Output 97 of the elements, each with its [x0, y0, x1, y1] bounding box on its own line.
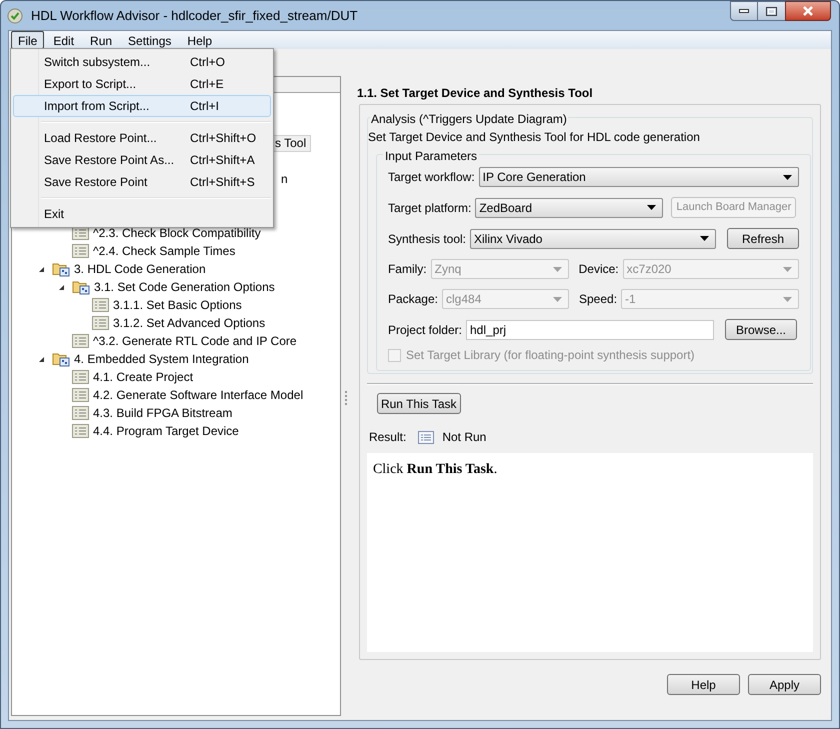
- tree-item[interactable]: 4.2. Generate Software Interface Model: [93, 386, 304, 404]
- dropdown-arrow-icon: [647, 205, 656, 210]
- menu-label: Exit: [44, 206, 66, 223]
- dropdown: -1: [621, 289, 799, 309]
- result-label: Result:: [368, 429, 406, 446]
- task-title: 1.1. Set Target Device and Synthesis Tool: [356, 85, 594, 102]
- shortcut-label: Ctrl+E: [190, 76, 224, 93]
- menu-label: Import from Script...: [44, 98, 150, 115]
- menu-entry[interactable]: Load Restore Point... Ctrl+Shift+O: [13, 127, 271, 149]
- menu-entry[interactable]: Save Restore Point As... Ctrl+Shift+A: [13, 149, 271, 171]
- minimize-icon: [739, 9, 749, 13]
- task-icon: [72, 334, 89, 348]
- result-message: Click Run This Task.: [372, 461, 498, 479]
- menu-entry[interactable]: Import from Script... Ctrl+I: [13, 95, 271, 117]
- task-icon: [92, 316, 109, 330]
- dropdown-arrow-icon: [783, 174, 792, 180]
- tree-item[interactable]: 4. Embedded System Integration: [74, 350, 249, 368]
- shortcut-label: Ctrl+I: [190, 98, 220, 115]
- field-label: Speed:: [579, 291, 618, 308]
- dropdown: xc7z020: [622, 259, 799, 279]
- run-task-button[interactable]: Run This Task: [376, 393, 461, 414]
- menu-entry[interactable]: Save Restore Point Ctrl+Shift+S: [13, 171, 271, 193]
- dropdown-arrow-icon: [783, 266, 792, 272]
- dropdown[interactable]: ZedBoard: [475, 198, 664, 218]
- tree-item[interactable]: ^3.2. Generate RTL Code and IP Core: [93, 332, 297, 350]
- dropdown-arrow-icon: [553, 296, 562, 302]
- minimize-button[interactable]: [730, 1, 758, 21]
- menu-entry[interactable]: Switch subsystem... Ctrl+O: [13, 51, 271, 73]
- menu-item[interactable]: Run: [83, 31, 120, 49]
- result-status: Not Run: [442, 429, 486, 446]
- shortcut-label: Ctrl+Shift+S: [190, 174, 255, 191]
- description-text: Set Target Device and Synthesis Tool for HDL code generation: [368, 129, 701, 146]
- menu-entry[interactable]: Export to Script... Ctrl+E: [13, 73, 271, 95]
- dropdown[interactable]: IP Core Generation: [478, 167, 799, 187]
- tree-item[interactable]: 4.3. Build FPGA Bitstream: [93, 404, 232, 422]
- launch-board-manager-button: Launch Board Manager: [671, 197, 796, 218]
- tree-item[interactable]: 4.4. Program Target Device: [93, 422, 239, 440]
- window-title: HDL Workflow Advisor - hdlcoder_sfir_fixed_stream/DUT: [31, 6, 358, 25]
- close-button[interactable]: [785, 1, 831, 21]
- field-label: Project folder:: [388, 322, 462, 338]
- field-label: Package:: [388, 291, 438, 308]
- menu-item[interactable]: Help: [180, 31, 220, 49]
- dropdown[interactable]: Xilinx Vivado: [470, 228, 716, 248]
- text-field[interactable]: hdl_prj: [466, 320, 714, 340]
- expanded-triangle-icon[interactable]: [58, 284, 65, 290]
- dropdown-arrow-icon: [783, 296, 792, 302]
- dialog-button[interactable]: Apply: [748, 674, 821, 695]
- folder-icon: [72, 279, 90, 295]
- dropdown-arrow-icon: [700, 236, 709, 241]
- menu-item[interactable]: File: [11, 31, 44, 49]
- menu-entry[interactable]: Exit: [13, 203, 271, 225]
- refresh-button[interactable]: Refresh: [727, 228, 799, 249]
- folder-icon: [52, 261, 70, 277]
- field-label: Target workflow:: [388, 169, 475, 186]
- field-label: Device:: [578, 261, 619, 278]
- tree-item[interactable]: 3.1.1. Set Basic Options: [113, 296, 242, 314]
- menu-label: Save Restore Point: [44, 174, 148, 191]
- dialog-button[interactable]: Help: [667, 674, 740, 695]
- app-icon: [7, 8, 23, 24]
- shortcut-label: Ctrl+O: [190, 54, 226, 71]
- maximize-icon: [766, 6, 777, 16]
- tree-item[interactable]: 3. HDL Code Generation: [74, 260, 206, 278]
- tree-item[interactable]: n: [276, 170, 293, 188]
- field-label: Target platform:: [388, 200, 472, 216]
- task-icon: [72, 388, 89, 402]
- dropdown-arrow-icon: [552, 266, 562, 272]
- task-icon: [92, 298, 109, 312]
- menu-label: Save Restore Point As...: [44, 152, 176, 169]
- tree-item[interactable]: ^2.4. Check Sample Times: [93, 242, 236, 260]
- task-icon: [72, 406, 89, 420]
- splitter-grip[interactable]: [344, 391, 348, 405]
- tree-item[interactable]: 4.1. Create Project: [93, 368, 194, 386]
- folder-icon: [52, 351, 70, 367]
- checkbox-label: Set Target Library (for floating-point synthesis support): [406, 347, 695, 364]
- task-icon: [72, 424, 89, 438]
- menu-item[interactable]: Settings: [121, 31, 178, 49]
- menu-item[interactable]: Edit: [46, 31, 82, 49]
- task-icon: [72, 370, 89, 384]
- shortcut-label: Ctrl+Shift+A: [190, 152, 255, 169]
- menu-label: Export to Script...: [44, 76, 138, 93]
- shortcut-label: Ctrl+Shift+O: [190, 130, 256, 147]
- maximize-button[interactable]: [758, 1, 785, 21]
- field-label: Synthesis tool:: [388, 230, 466, 248]
- close-icon: [802, 6, 814, 16]
- tree-item[interactable]: 3.1. Set Code Generation Options: [94, 278, 275, 296]
- field-label: Family:: [388, 261, 427, 278]
- dropdown: clg484: [442, 289, 569, 309]
- menu-label: Switch subsystem...: [44, 54, 152, 71]
- task-icon: [72, 244, 89, 258]
- not-run-icon: [418, 430, 434, 444]
- dropdown: Zynq: [430, 259, 569, 279]
- browse-button[interactable]: Browse...: [725, 319, 797, 340]
- expanded-triangle-icon[interactable]: [38, 356, 45, 362]
- menu-label: Load Restore Point...: [44, 130, 158, 147]
- tree-item[interactable]: 3.1.2. Set Advanced Options: [113, 314, 266, 332]
- tree-item[interactable]: ^2.3. Check Block Compatibility: [93, 224, 261, 242]
- expanded-triangle-icon[interactable]: [38, 266, 45, 272]
